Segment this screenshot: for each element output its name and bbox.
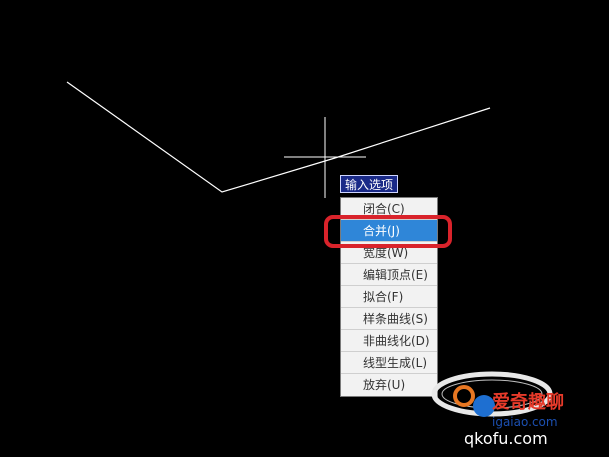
menu-item-3[interactable]: 宽度(W) (341, 242, 437, 264)
menu-item-8[interactable]: 线型生成(L) (341, 352, 437, 374)
menu-item-4[interactable]: 编辑顶点(E) (341, 264, 437, 286)
polyline-segment-left[interactable] (66, 81, 336, 193)
input-options-prompt: 输入选项 (340, 175, 399, 193)
menu-item-5[interactable]: 拟合(F) (341, 286, 437, 308)
drawing-area (66, 81, 491, 198)
menu-item-2[interactable]: 合并(J) (341, 220, 437, 242)
context-menu: 闭合(C) 合并(J) 宽度(W) 编辑顶点(E) 拟合(F) 样条曲线(S) 非曲线化(D… (340, 197, 438, 397)
menu-item-7[interactable]: 非曲线化(D) (341, 330, 437, 352)
cad-drawing-canvas[interactable]: 输入选项 闭合(C) 合并(J) 宽度(W) 编辑顶点(E) 拟合(F) 样条曲线(S) 非… (0, 0, 609, 457)
menu-item-1[interactable]: 闭合(C) (341, 198, 437, 220)
polyline-segment-right[interactable] (334, 107, 491, 159)
menu-item-9[interactable]: 放弃(U) (341, 374, 437, 396)
menu-item-6[interactable]: 样条曲线(S) (341, 308, 437, 330)
